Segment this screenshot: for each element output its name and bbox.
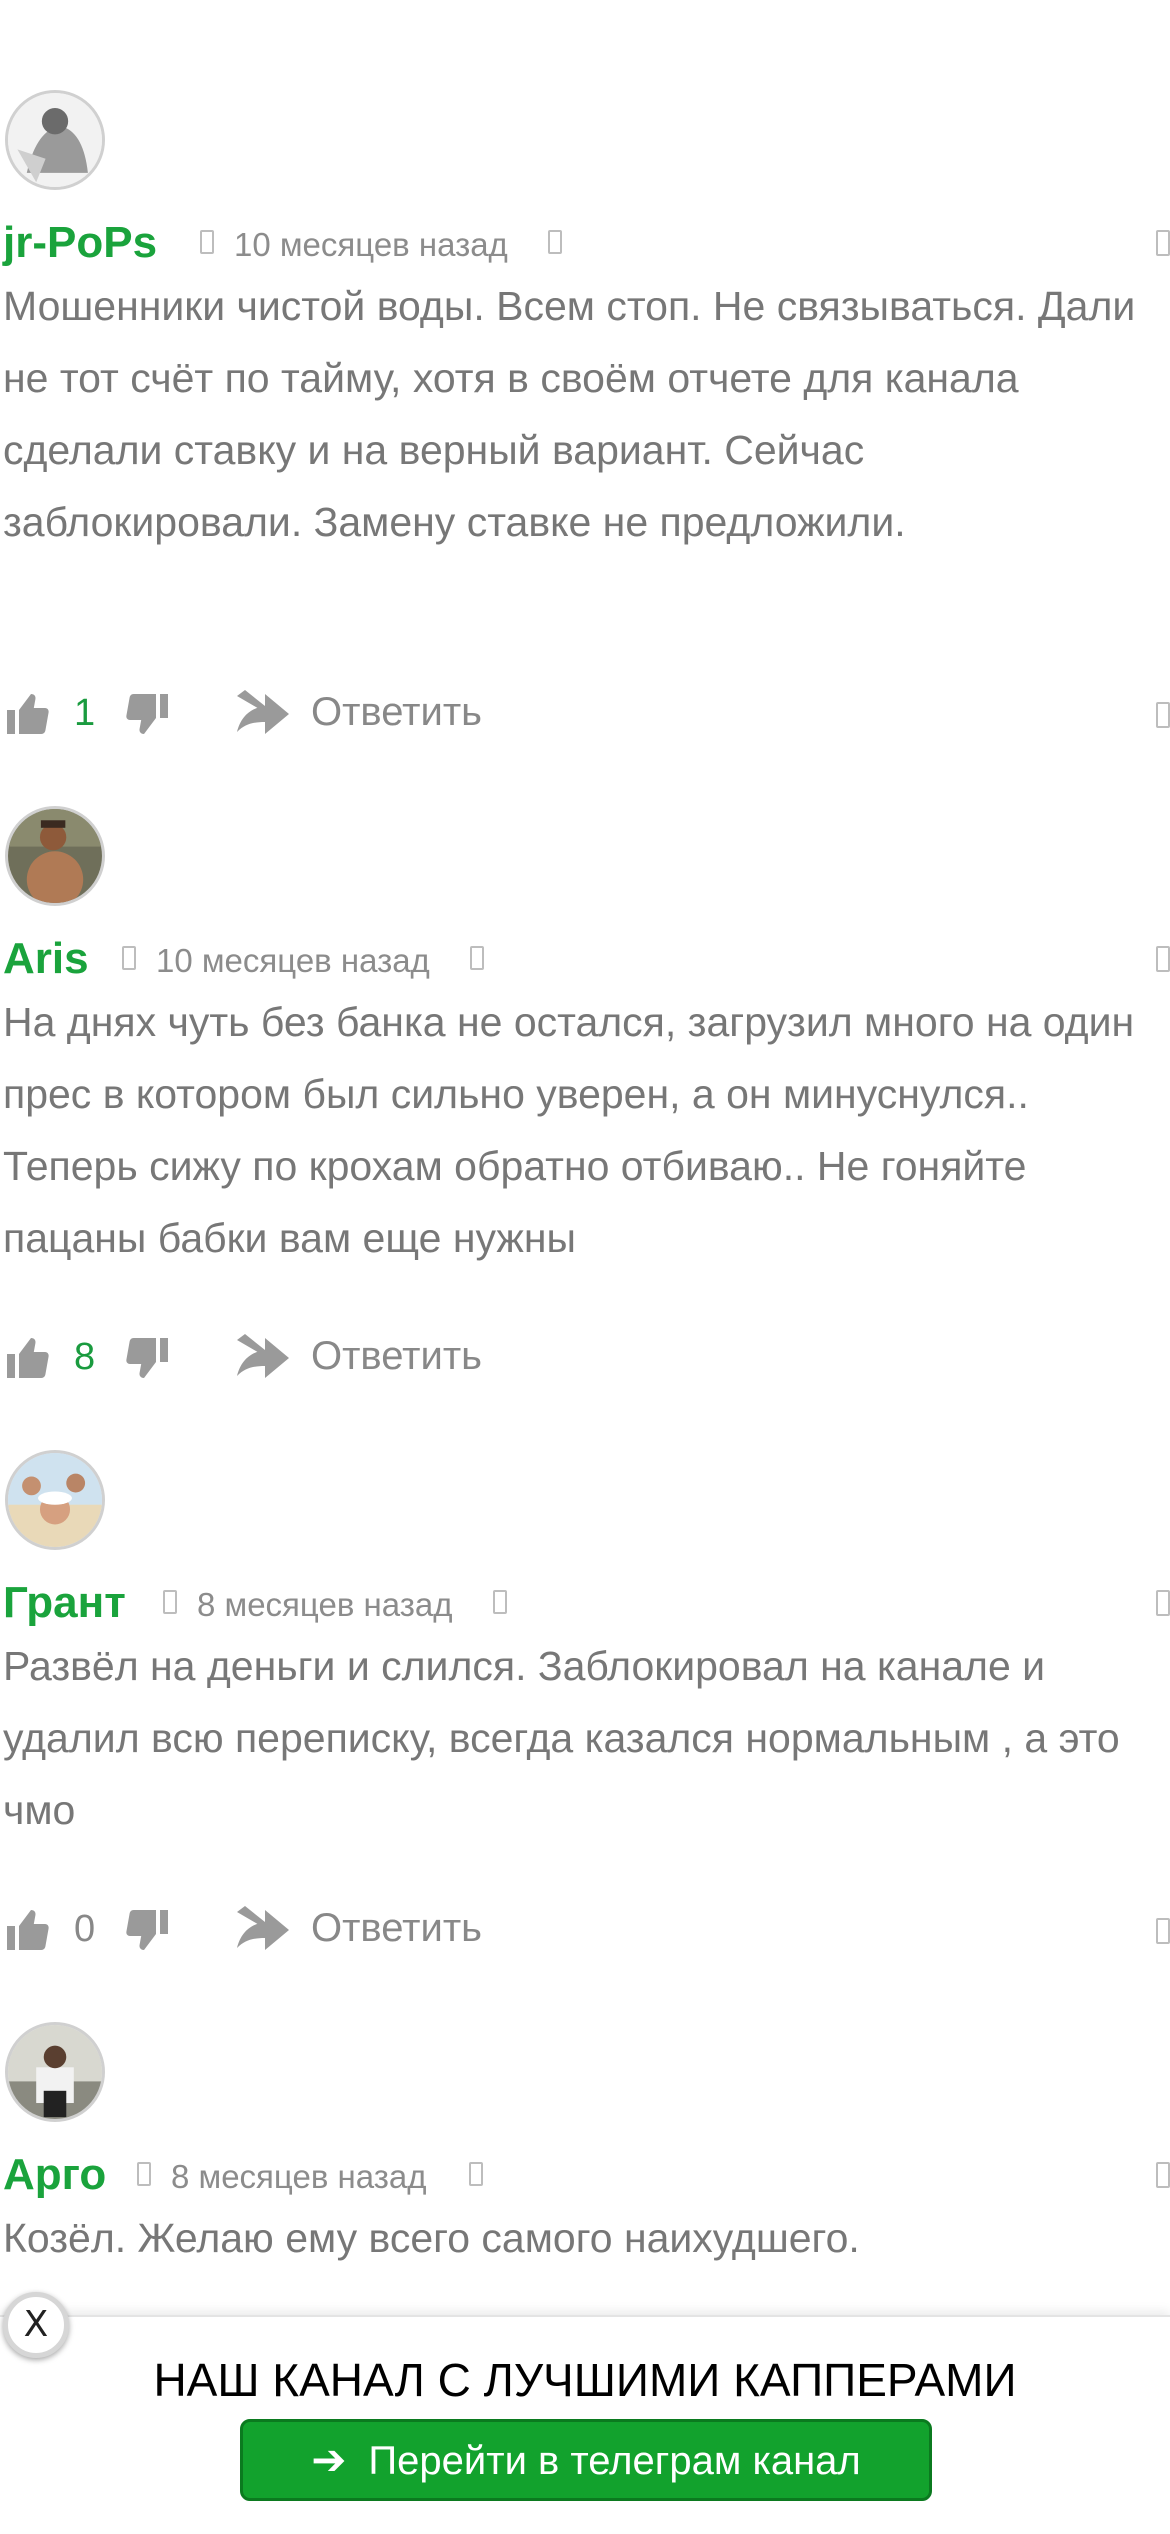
telegram-channel-button[interactable]: ➔ Перейти в телеграм канал: [240, 2419, 932, 2501]
link-icon[interactable]: [548, 230, 562, 254]
comment-actions: 0 Ответить: [0, 1898, 1170, 1958]
avatar-image: [8, 93, 102, 187]
thumbs-up-icon[interactable]: [3, 1906, 51, 1954]
thumbs-down-icon[interactable]: [124, 1906, 172, 1954]
more-options-icon[interactable]: [1156, 2162, 1170, 2188]
avatar-image: [8, 809, 102, 903]
clock-icon: [200, 230, 214, 254]
comment-meta: Aris 10 месяцев назад: [0, 928, 1170, 988]
more-options-icon[interactable]: [1156, 230, 1170, 256]
avatar-image: [8, 2025, 102, 2119]
link-icon[interactable]: [469, 2162, 483, 2186]
avatar[interactable]: [5, 2022, 105, 2122]
telegram-channel-button-label: Перейти в телеграм канал: [368, 2439, 861, 2483]
link-icon[interactable]: [493, 1590, 507, 1614]
reply-button[interactable]: Ответить: [311, 690, 482, 735]
banner-title: НАШ КАНАЛ С ЛУЧШИМИ КАППЕРАМИ: [153, 2354, 1017, 2406]
comment-meta: jr-PoPs 10 месяцев назад: [0, 212, 1170, 272]
thumbs-up-icon[interactable]: [3, 1334, 51, 1382]
avatar[interactable]: [5, 1450, 105, 1550]
comment-meta: Грант 8 месяцев назад: [0, 1572, 1170, 1632]
comment-author[interactable]: Aris: [3, 934, 89, 984]
comment-text: На днях чуть без банка не остался, загру…: [3, 999, 1135, 1261]
comment-meta: Арго 8 месяцев назад: [0, 2144, 1170, 2204]
reply-arrow-icon[interactable]: [237, 1906, 289, 1950]
reply-arrow-icon[interactable]: [237, 1334, 289, 1378]
comment-text: Развёл на деньги и слился. Заблокировал …: [3, 1643, 1120, 1833]
vote-count: 0: [74, 1908, 96, 1950]
clock-icon: [122, 946, 136, 970]
more-options-icon[interactable]: [1156, 1590, 1170, 1616]
reply-arrow-icon[interactable]: [237, 690, 289, 734]
comment-author[interactable]: Арго: [3, 2150, 106, 2200]
expand-icon[interactable]: [1156, 1918, 1170, 1944]
vote-count: 1: [74, 692, 96, 734]
thumbs-down-icon[interactable]: [124, 690, 172, 738]
comment-date[interactable]: 8 месяцев назад: [197, 1586, 452, 1624]
avatar-image: [8, 1453, 102, 1547]
comment-date[interactable]: 10 месяцев назад: [156, 942, 430, 980]
comment-actions: 1 Ответить: [0, 682, 1170, 742]
comment-author[interactable]: jr-PoPs: [3, 218, 157, 268]
comment-date[interactable]: 8 месяцев назад: [171, 2158, 426, 2196]
comment-actions: 8 Ответить: [0, 1326, 1170, 1386]
clock-icon: [137, 2162, 151, 2186]
link-icon[interactable]: [470, 946, 484, 970]
avatar[interactable]: [5, 806, 105, 906]
comment-date[interactable]: 10 месяцев назад: [234, 226, 508, 264]
comment-text: Козёл. Желаю ему всего самого наихудшего…: [3, 2215, 860, 2261]
avatar[interactable]: [5, 90, 105, 190]
vote-count: 8: [74, 1336, 96, 1378]
reply-button[interactable]: Ответить: [311, 1906, 482, 1951]
telegram-banner: X НАШ КАНАЛ С ЛУЧШИМИ КАППЕРАМИ ➔ Перейти…: [0, 2292, 1170, 2534]
comment-text: Мошенники чистой воды. Всем стоп. Не свя…: [3, 283, 1136, 545]
clock-icon: [163, 1590, 177, 1614]
expand-icon[interactable]: [1156, 702, 1170, 728]
thumbs-down-icon[interactable]: [124, 1334, 172, 1382]
reply-button[interactable]: Ответить: [311, 1334, 482, 1379]
banner-close-button[interactable]: X: [3, 2292, 69, 2358]
comment-author[interactable]: Грант: [3, 1578, 126, 1628]
more-options-icon[interactable]: [1156, 946, 1170, 972]
arrow-right-icon: ➔: [311, 2435, 347, 2484]
thumbs-up-icon[interactable]: [3, 690, 51, 738]
